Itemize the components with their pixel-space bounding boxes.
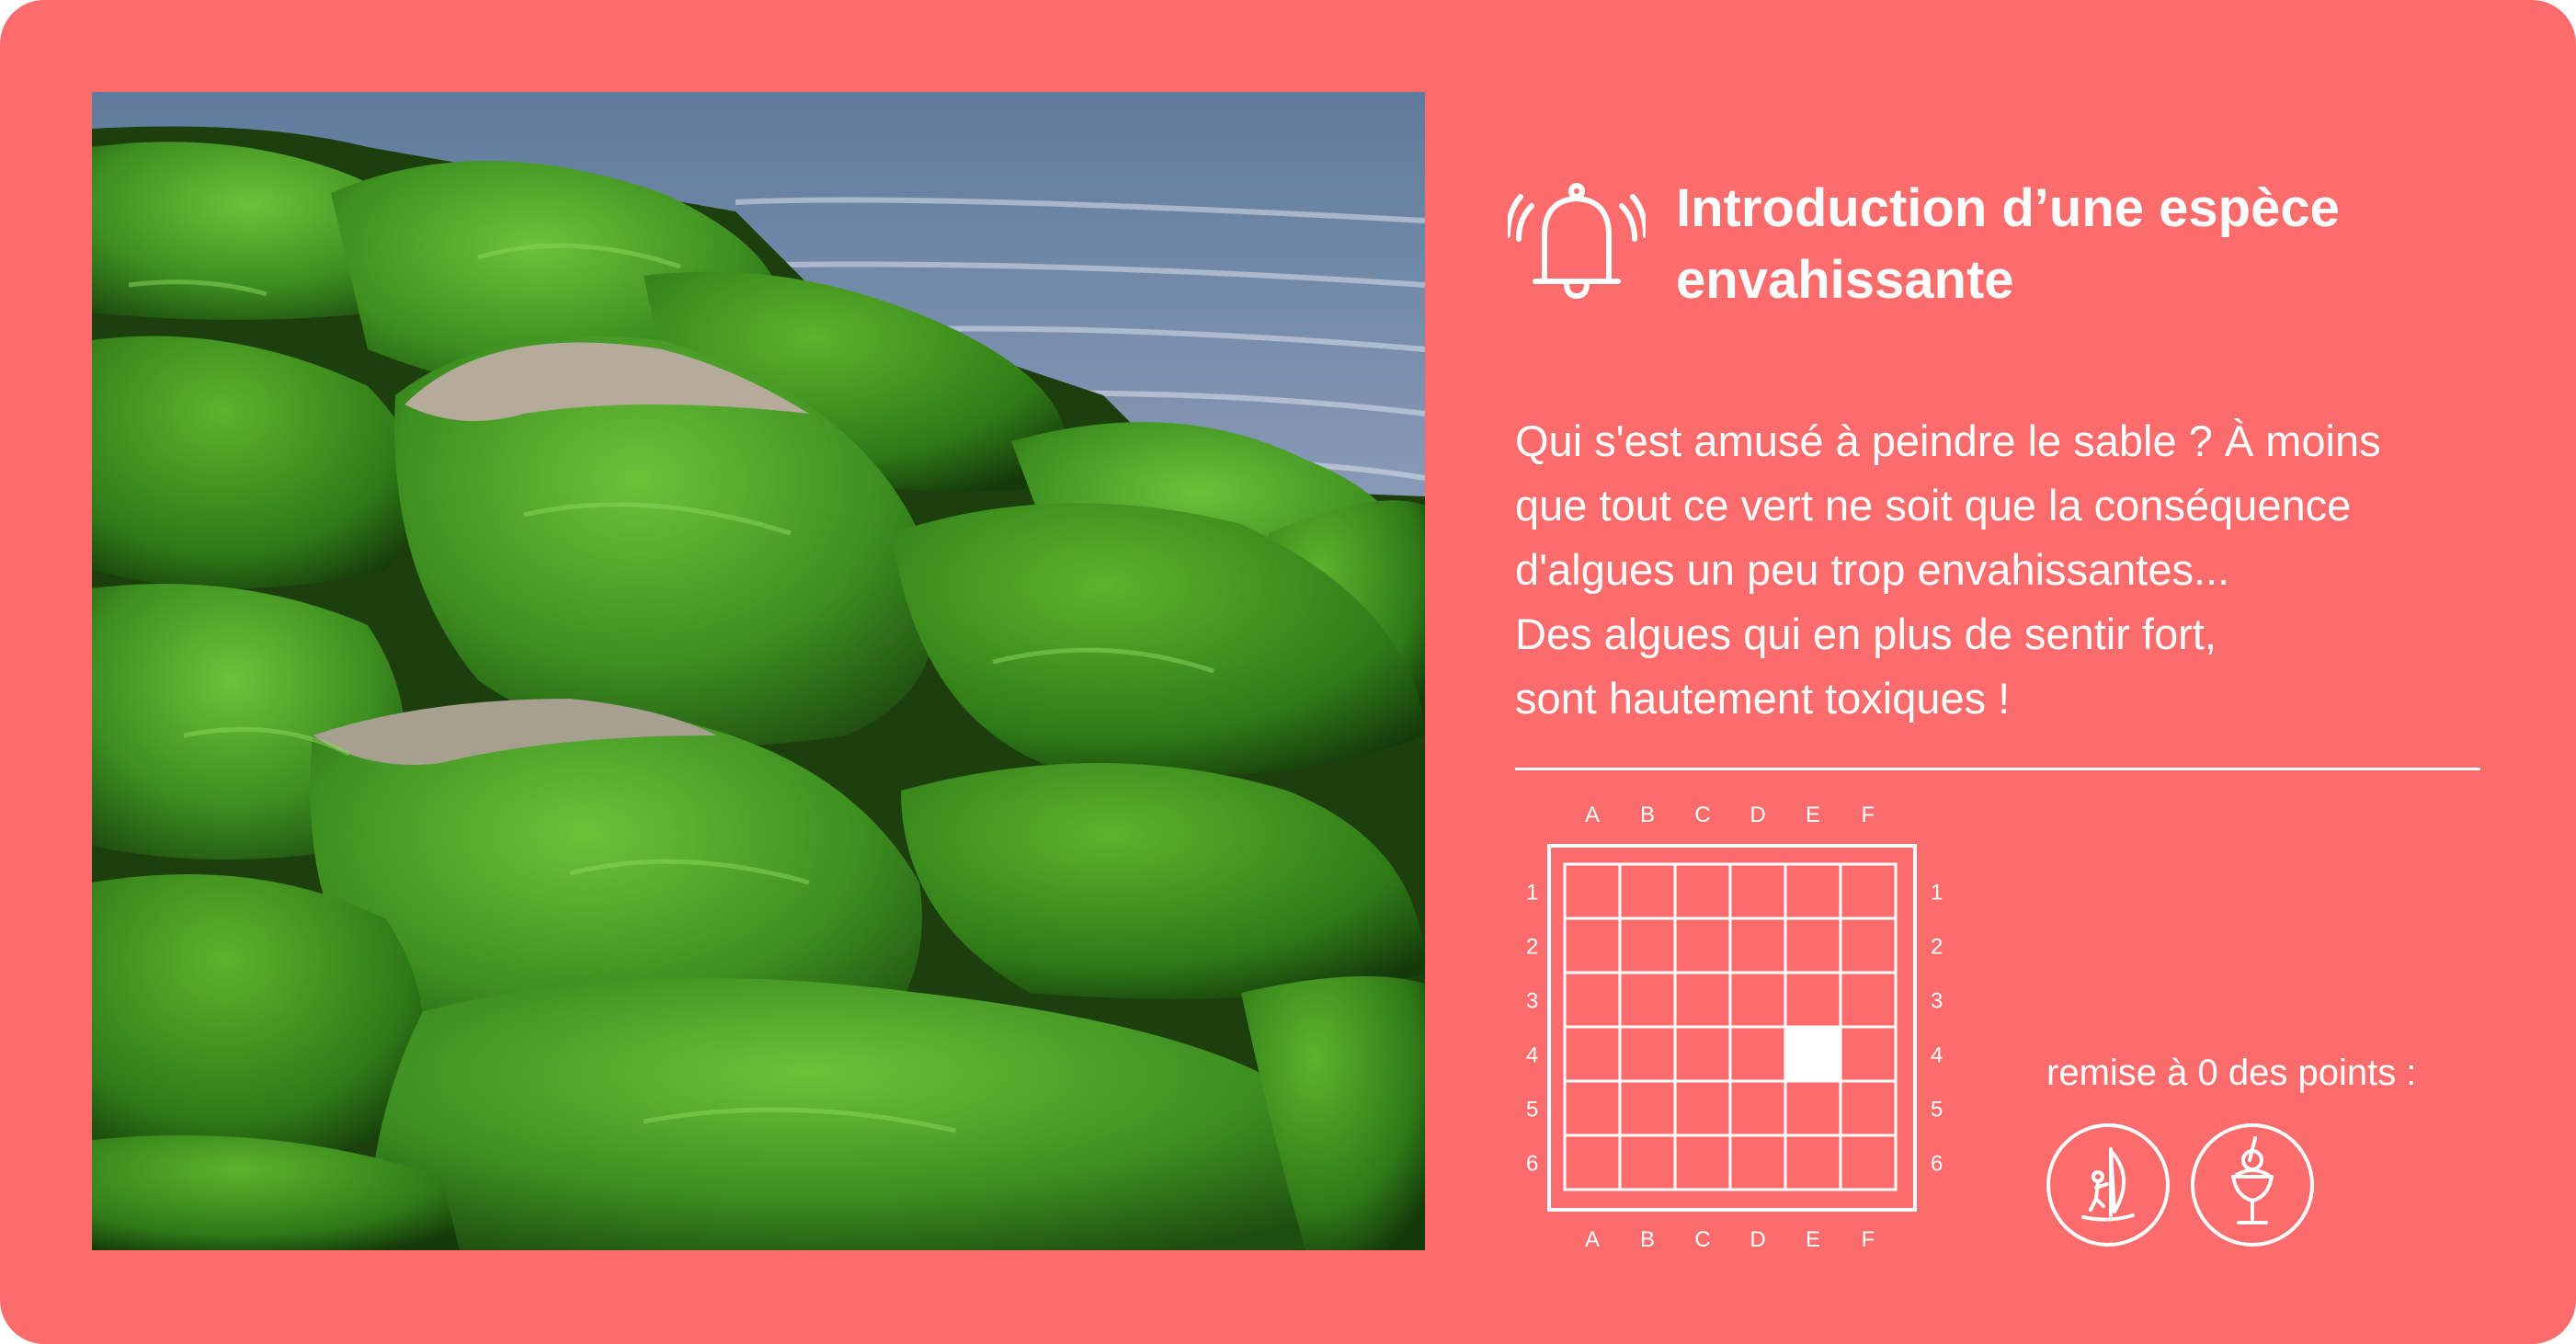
grid-cell — [1673, 971, 1732, 1029]
column-label: D — [1750, 803, 1765, 827]
column-label: D — [1750, 1227, 1765, 1252]
grid-cell — [1839, 1079, 1898, 1137]
grid-cell — [1728, 1079, 1787, 1137]
grid-cell — [1673, 1079, 1732, 1137]
grid-cell — [1618, 917, 1677, 974]
grid-cell — [1673, 862, 1732, 920]
grid-cell — [1728, 862, 1787, 920]
grid-cell — [1784, 1133, 1842, 1191]
description-line: que tout ce vert ne soit que la conséque… — [1515, 481, 2352, 530]
row-label: 1 — [1931, 881, 1943, 905]
grid-cell — [1839, 971, 1898, 1029]
reset-points-label: remise à 0 des points : — [2046, 1053, 2417, 1093]
grid-cell — [1563, 1133, 1622, 1191]
column-label: F — [1862, 1227, 1875, 1252]
grid-cell — [1563, 971, 1622, 1029]
row-label: 3 — [1526, 989, 1538, 1014]
grid-cell-highlighted — [1784, 1025, 1842, 1083]
grid-cell — [1784, 971, 1842, 1029]
grid-cell — [1839, 1133, 1898, 1191]
grid-cell — [1563, 1079, 1622, 1137]
description-line: Des algues qui en plus de sentir fort, — [1515, 609, 2217, 658]
row-label: 4 — [1526, 1043, 1538, 1068]
grid-cell — [1839, 862, 1898, 920]
grid-cell — [1728, 917, 1787, 974]
windsurf-icon — [2081, 1147, 2135, 1222]
grid-cell — [1618, 971, 1677, 1029]
column-label: B — [1640, 803, 1655, 827]
column-label: B — [1640, 1227, 1655, 1252]
grid-cell — [1839, 1025, 1898, 1083]
column-label: A — [1585, 803, 1600, 827]
description-line: sont hautement toxiques ! — [1515, 674, 2011, 723]
board-grid: A A B B C C D D E E F F 1 1 2 2 3 3 4 4 5 5 6 6 — [1508, 800, 1986, 1259]
column-label: F — [1862, 803, 1875, 827]
row-label: 6 — [1931, 1152, 1943, 1177]
grid-cell — [1728, 1025, 1787, 1083]
row-label: 2 — [1526, 935, 1538, 960]
grid-cell — [1563, 917, 1622, 974]
grid-cell — [1673, 917, 1732, 974]
row-label: 5 — [1526, 1098, 1538, 1122]
divider — [1515, 768, 2480, 770]
ice-cream-reset-button[interactable] — [2191, 1123, 2314, 1247]
grid-cell — [1728, 971, 1787, 1029]
column-label: C — [1694, 803, 1710, 827]
grid-cell — [1563, 862, 1622, 920]
grid-cell — [1784, 1079, 1842, 1137]
grid-cell — [1784, 917, 1842, 974]
bell-ringing-icon — [1505, 178, 1648, 307]
grid-cell — [1839, 917, 1898, 974]
grid-cell — [1618, 1079, 1677, 1137]
column-label: E — [1806, 803, 1820, 827]
grid-cell — [1618, 1025, 1677, 1083]
row-label: 1 — [1526, 881, 1538, 905]
algae-photo — [92, 92, 1425, 1250]
grid-cell — [1673, 1133, 1732, 1191]
event-card: Introduction d’une espèce envahissante Q… — [0, 0, 2576, 1344]
grid-cell — [1728, 1133, 1787, 1191]
column-label: A — [1585, 1227, 1600, 1252]
row-label: 2 — [1931, 935, 1943, 960]
row-label: 6 — [1526, 1152, 1538, 1177]
windsurf-reset-button[interactable] — [2046, 1123, 2170, 1247]
column-label: E — [1806, 1227, 1820, 1252]
grid-cell — [1618, 862, 1677, 920]
grid-cell — [1673, 1025, 1732, 1083]
description-line: d'algues un peu trop envahissantes... — [1515, 545, 2230, 594]
row-label: 5 — [1931, 1098, 1943, 1122]
grid-cell — [1784, 862, 1842, 920]
card-title: Introduction d’une espèce envahissante — [1676, 178, 2340, 310]
grid-cell — [1563, 1025, 1622, 1083]
grid-cell — [1618, 1133, 1677, 1191]
ice-cream-sundae-icon — [2231, 1136, 2274, 1224]
row-label: 4 — [1931, 1043, 1943, 1068]
card-description: Qui s'est amusé à peindre le sable ? À m… — [1515, 409, 2490, 731]
row-label: 3 — [1931, 989, 1943, 1014]
column-label: C — [1694, 1227, 1710, 1252]
description-line: Qui s'est amusé à peindre le sable ? À m… — [1515, 416, 2381, 465]
